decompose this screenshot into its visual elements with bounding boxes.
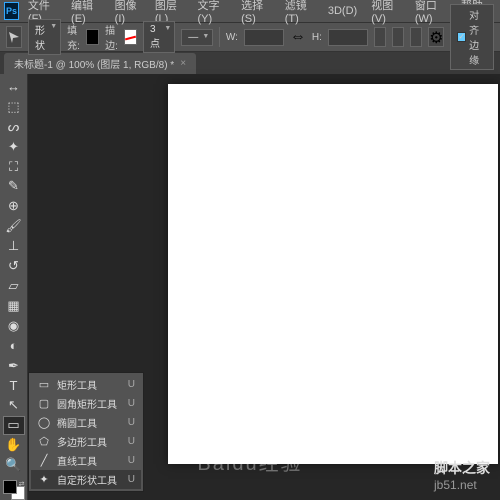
flyout-rectangle[interactable]: ▭矩形工具 U bbox=[31, 375, 141, 394]
wand-tool[interactable]: ✦ bbox=[3, 138, 25, 156]
align-edges-label: 对齐边缘 bbox=[469, 7, 487, 67]
menu-filter[interactable]: 滤镜(T) bbox=[280, 0, 319, 27]
eraser-tool[interactable]: ▱ bbox=[3, 277, 25, 295]
rectangle-icon: ▭ bbox=[37, 378, 51, 392]
rounded-rectangle-icon: ▢ bbox=[37, 397, 51, 411]
check-icon: ✓ bbox=[457, 32, 466, 42]
stroke-width-dropdown[interactable]: 3 点 bbox=[143, 21, 175, 53]
watermark-baidu: Baidu经验 bbox=[197, 447, 302, 476]
gear-icon[interactable]: ⚙ bbox=[428, 27, 444, 47]
document-tab-title: 未标题-1 @ 100% (图层 1, RGB/8) * bbox=[14, 56, 174, 71]
align-edges-checkbox[interactable]: ✓ 对齐边缘 bbox=[450, 4, 494, 70]
shape-tool[interactable]: ▭ bbox=[3, 416, 25, 434]
move-tool[interactable]: ↔ bbox=[3, 78, 25, 96]
canvas[interactable] bbox=[168, 84, 498, 464]
history-brush-tool[interactable]: ↺ bbox=[3, 257, 25, 275]
menu-type[interactable]: 文字(Y) bbox=[192, 0, 232, 27]
stamp-tool[interactable]: ⊥ bbox=[3, 237, 25, 255]
divider bbox=[219, 27, 220, 47]
flyout-ellipse[interactable]: ◯椭圆工具 U bbox=[31, 413, 141, 432]
shape-tool-flyout: ▭矩形工具 U ▢圆角矩形工具 U ◯椭圆工具 U ⬠多边形工具 U ╱直线工具… bbox=[28, 372, 144, 492]
height-input[interactable] bbox=[328, 29, 368, 46]
ellipse-icon: ◯ bbox=[37, 416, 51, 430]
pen-tool[interactable]: ✒ bbox=[3, 357, 25, 375]
path-arrange-icon[interactable] bbox=[410, 27, 422, 47]
flyout-line[interactable]: ╱直线工具 U bbox=[31, 451, 141, 470]
crop-tool[interactable]: ⛶ bbox=[3, 158, 25, 176]
color-picker[interactable]: ⇄ bbox=[3, 480, 25, 500]
lasso-tool[interactable]: ᔕ bbox=[3, 118, 25, 136]
path-align-icon[interactable] bbox=[392, 27, 404, 47]
stroke-label: 描边: bbox=[105, 22, 118, 52]
gradient-tool[interactable]: ▦ bbox=[3, 297, 25, 315]
eyedropper-tool[interactable]: ✎ bbox=[3, 178, 25, 196]
foreground-color-swatch[interactable] bbox=[3, 480, 17, 494]
app-logo: Ps bbox=[4, 2, 19, 20]
stroke-style-dropdown[interactable]: — bbox=[181, 29, 213, 46]
custom-shape-icon: ✦ bbox=[37, 473, 51, 487]
marquee-tool[interactable]: ⬚ bbox=[3, 98, 25, 116]
document-tab[interactable]: 未标题-1 @ 100% (图层 1, RGB/8) * × bbox=[4, 53, 196, 74]
flyout-custom-shape[interactable]: ✦自定形状工具 U bbox=[31, 470, 141, 489]
flyout-rounded-rectangle[interactable]: ▢圆角矩形工具 U bbox=[31, 394, 141, 413]
menubar: Ps 文件(F) 编辑(E) 图像(I) 图层(L) 文字(Y) 选择(S) 滤… bbox=[0, 0, 500, 22]
height-label: H: bbox=[312, 32, 322, 43]
link-icon[interactable]: ⇔ bbox=[290, 29, 306, 45]
menu-view[interactable]: 视图(V) bbox=[366, 0, 406, 27]
blur-tool[interactable]: ◉ bbox=[3, 317, 25, 335]
tool-mode-dropdown[interactable]: 形状 bbox=[28, 19, 61, 55]
heal-tool[interactable]: ⊕ bbox=[3, 197, 25, 215]
hand-tool[interactable]: ✋ bbox=[3, 437, 25, 455]
zoom-tool[interactable]: 🔍 bbox=[3, 456, 25, 474]
watermark-site: 脚本之家 jb51.net bbox=[434, 458, 490, 492]
stroke-color-swatch[interactable] bbox=[124, 29, 137, 45]
width-label: W: bbox=[226, 32, 238, 43]
type-tool[interactable]: T bbox=[3, 377, 25, 395]
menu-3d[interactable]: 3D(D) bbox=[323, 3, 362, 19]
menu-window[interactable]: 窗口(W) bbox=[410, 0, 452, 27]
swap-colors-icon[interactable]: ⇄ bbox=[19, 480, 25, 488]
brush-tool[interactable]: 🖌 bbox=[3, 217, 25, 235]
fill-color-swatch[interactable] bbox=[86, 29, 99, 45]
document-tabbar: 未标题-1 @ 100% (图层 1, RGB/8) * × bbox=[0, 52, 500, 74]
flyout-polygon[interactable]: ⬠多边形工具 U bbox=[31, 432, 141, 451]
fill-label: 填充: bbox=[67, 22, 80, 52]
line-icon: ╱ bbox=[37, 454, 51, 468]
menu-select[interactable]: 选择(S) bbox=[236, 0, 276, 27]
path-ops-icon[interactable] bbox=[374, 27, 386, 47]
tool-preset-icon[interactable] bbox=[6, 26, 22, 48]
tools-panel: ↔ ⬚ ᔕ ✦ ⛶ ✎ ⊕ 🖌 ⊥ ↺ ▱ ▦ ◉ ◐ ✒ T ↖ ▭ ✋ 🔍 … bbox=[0, 74, 28, 500]
width-input[interactable] bbox=[244, 29, 284, 46]
close-icon[interactable]: × bbox=[180, 58, 186, 69]
polygon-icon: ⬠ bbox=[37, 435, 51, 449]
path-select-tool[interactable]: ↖ bbox=[3, 397, 25, 415]
dodge-tool[interactable]: ◐ bbox=[3, 337, 25, 355]
